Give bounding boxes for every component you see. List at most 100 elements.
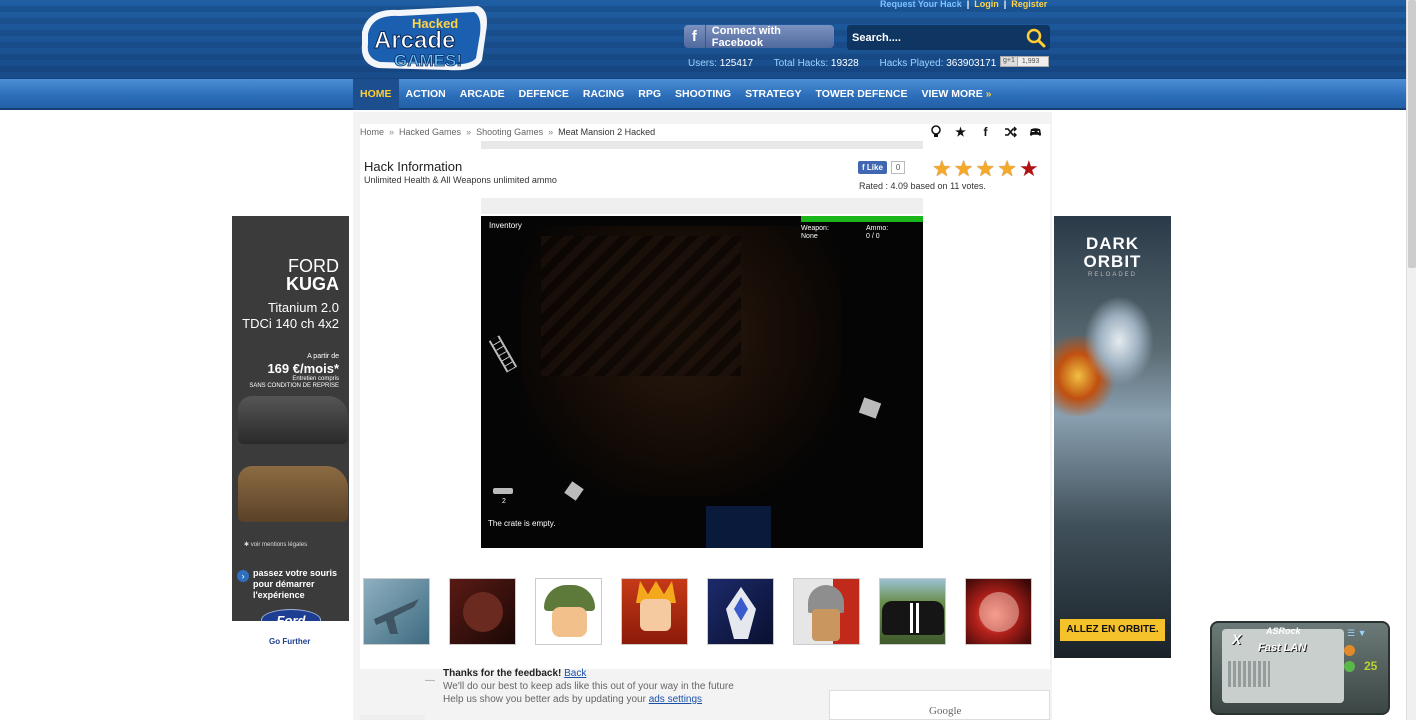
thumb-racing-game[interactable] <box>879 578 946 645</box>
search-box <box>847 25 1050 50</box>
ladder-item <box>488 335 518 373</box>
nav-tower-defence[interactable]: TOWER DEFENCE <box>808 79 914 110</box>
gplus-count: 1,993 <box>1021 58 1040 65</box>
search-input[interactable] <box>852 29 1022 46</box>
nav-action[interactable]: ACTION <box>399 79 453 110</box>
facebook-like-button[interactable]: f Like <box>858 161 887 174</box>
page-scrollbar[interactable] <box>1406 0 1416 720</box>
ford-ad[interactable]: FORD KUGA Titanium 2.0 TDCi 140 ch 4x2 A… <box>232 216 349 621</box>
rating-star-2[interactable]: ★ <box>954 158 974 180</box>
facebook-connect-label: Connect with Facebook <box>711 24 781 49</box>
facebook-like: f Like 0 <box>858 161 906 174</box>
nav-rpg[interactable]: RPG <box>631 79 668 110</box>
car-stripe-2 <box>916 603 919 633</box>
stat-users: Users: 125417 <box>688 58 754 69</box>
thumb-zombie-game[interactable] <box>449 578 516 645</box>
thumb-soldier-game[interactable] <box>535 578 602 645</box>
nav-arcade[interactable]: ARCADE <box>453 79 512 110</box>
rating-star-1[interactable]: ★ <box>932 158 952 180</box>
feedback-line2: We'll do our best to keep ads like this … <box>443 681 734 692</box>
ad-price-note: Entretien compris SANS CONDITION DE REPRI… <box>249 376 339 389</box>
ad-model: KUGA <box>286 274 339 294</box>
breadcrumb-home[interactable]: Home <box>360 127 384 137</box>
widget-menu-icon[interactable]: ☰ ▼ <box>1347 628 1366 639</box>
fire-figure <box>978 591 1019 632</box>
request-hack-link[interactable]: Request Your Hack <box>880 0 962 9</box>
rating-star-4[interactable]: ★ <box>997 158 1017 180</box>
close-icon[interactable]: — <box>425 674 435 687</box>
weapon-readout: Weapon: None <box>801 225 829 240</box>
ad-orbit-button[interactable]: ALLEZ EN ORBITE. <box>1060 619 1165 641</box>
top-links: Request Your Hack | Login | Register <box>880 0 1048 9</box>
stat-hacks-played: Hacks Played: 363903171 <box>879 58 997 69</box>
widget-brand: X <box>1232 631 1242 647</box>
thumb-knight-game[interactable] <box>793 578 860 645</box>
ad-placeholder-mid <box>481 198 923 214</box>
ad-feedback: — Thanks for the feedback! Back We'll do… <box>425 667 734 706</box>
asrock-widget[interactable]: X ASRock Fast LAN ☰ ▼ 25 <box>1210 621 1390 715</box>
ad-title-1: DARK <box>1085 234 1140 253</box>
nav-racing[interactable]: RACING <box>576 79 631 110</box>
login-link[interactable]: Login <box>974 0 999 9</box>
nav-home[interactable]: HOME <box>353 79 399 110</box>
rating-text: Rated : 4.09 based on 11 votes. <box>859 181 986 191</box>
facebook-like-count: 0 <box>890 161 906 174</box>
site-logo[interactable]: Hacked Arcade GAMES! <box>358 4 492 74</box>
thumb-fire-game[interactable] <box>965 578 1032 645</box>
feedback-line3: Help us show you better ads by updating … <box>443 694 646 705</box>
breadcrumb-current: Meat Mansion 2 Hacked <box>558 127 656 137</box>
feedback-thanks: Thanks for the feedback! <box>443 668 562 679</box>
search-icon[interactable] <box>1026 28 1046 48</box>
breadcrumb: Home» Hacked Games» Shooting Games» Meat Ma… <box>360 127 656 137</box>
knight-face <box>812 609 840 641</box>
dark-orbit-ad[interactable]: DARK ORBIT RELOADED ALLEZ EN ORBITE. <box>1054 216 1171 658</box>
facebook-share-icon[interactable]: f <box>979 125 992 139</box>
plane-icon <box>374 599 419 634</box>
ninja-face <box>640 599 671 631</box>
ad-placeholder-top <box>481 141 923 149</box>
rating-star-5[interactable]: ★ <box>1019 158 1039 180</box>
ad-tagline: Go Further <box>269 637 311 646</box>
nav-shooting[interactable]: SHOOTING <box>668 79 738 110</box>
nav-defence[interactable]: DEFENCE <box>512 79 576 110</box>
star-icon[interactable]: ★ <box>954 125 967 139</box>
soldier-face <box>552 607 587 637</box>
ads-settings-link[interactable]: ads settings <box>649 694 702 705</box>
hack-info-title: Hack Information <box>364 159 463 174</box>
widget-product: Fast LAN <box>1258 642 1307 654</box>
ad-trim2: TDCi 140 ch 4x2 <box>242 316 339 331</box>
logo-games: GAMES! <box>394 51 462 70</box>
ford-logo: Ford <box>261 609 321 621</box>
inventory-label[interactable]: Inventory <box>489 221 522 230</box>
register-link[interactable]: Register <box>1011 0 1047 9</box>
facebook-connect-button[interactable]: f Connect with Facebook <box>684 24 834 49</box>
ad-subtitle: RELOADED <box>1087 272 1137 278</box>
star-rating: ★ ★ ★ ★ ★ <box>932 158 1039 180</box>
nav-view-more[interactable]: VIEW MORE » <box>914 79 998 110</box>
game-canvas[interactable]: Inventory Weapon: None Ammo: 0 / 0 2 The c… <box>481 216 923 548</box>
scrollbar-thumb[interactable] <box>1408 0 1416 268</box>
main-nav: HOME ACTION ARCADE DEFENCE RACING RPG SH… <box>0 79 1406 110</box>
rating-star-3[interactable]: ★ <box>975 158 995 180</box>
bulb-icon[interactable] <box>929 125 942 138</box>
thumb-ninja-game[interactable] <box>621 578 688 645</box>
lower-placeholder <box>360 715 425 720</box>
stat-total-hacks: Total Hacks: 19328 <box>773 58 859 69</box>
ad-title-2: ORBIT <box>1083 252 1142 271</box>
nav-view-more-label: VIEW MORE <box>921 88 983 100</box>
gplus-label: g+1 <box>1001 57 1018 66</box>
google-plus-button[interactable]: g+1 1,993 <box>1000 56 1049 67</box>
shuffle-icon[interactable] <box>1004 125 1017 138</box>
ad-legal[interactable]: ✱ voir mentions légales <box>244 541 307 548</box>
thumb-mecha-game[interactable] <box>707 578 774 645</box>
nav-strategy[interactable]: STRATEGY <box>738 79 808 110</box>
page-actions: ★ f <box>929 125 1042 139</box>
feedback-back-link[interactable]: Back <box>564 668 586 679</box>
breadcrumb-shooting-games[interactable]: Shooting Games <box>476 127 543 137</box>
widget-status-icon <box>1344 645 1355 656</box>
breadcrumb-hacked-games[interactable]: Hacked Games <box>399 127 461 137</box>
car-image-gold <box>238 466 348 522</box>
thumb-plane-game[interactable] <box>363 578 430 645</box>
player-sprite <box>493 488 513 494</box>
gamepad-icon[interactable] <box>1029 125 1042 138</box>
